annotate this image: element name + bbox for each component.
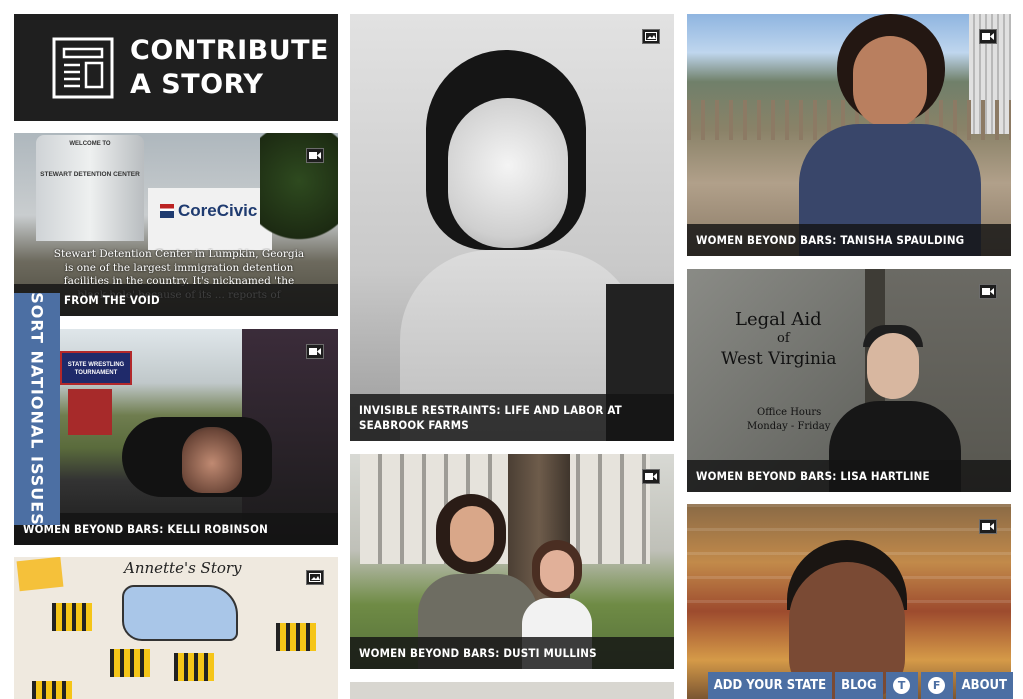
twitter-link[interactable]: t xyxy=(885,672,918,699)
tile-caption: WOMEN BEYOND BARS: TANISHA SPAULDING xyxy=(687,224,1011,256)
mirror-face xyxy=(182,427,242,493)
video-icon xyxy=(642,469,660,484)
contribute-label: CONTRIBUTE A STORY xyxy=(130,34,329,102)
door-text-line2: of xyxy=(777,331,790,346)
drawing-bars-5 xyxy=(32,681,72,699)
image-icon xyxy=(306,570,324,585)
portrait-face xyxy=(448,98,568,248)
contribute-line2: A STORY xyxy=(130,68,264,100)
tile-caption: WOMEN BEYOND BARS: LISA HARTLINE xyxy=(687,460,1011,492)
drawing-bars-3 xyxy=(174,653,214,681)
video-icon xyxy=(306,344,324,359)
contribute-story-button[interactable]: CONTRIBUTE A STORY xyxy=(14,14,338,121)
image-icon xyxy=(642,29,660,44)
door-text-line1: Legal Aid xyxy=(735,309,822,330)
tile-caption: WOMEN BEYOND BARS: KELLI ROBINSON xyxy=(14,513,338,545)
sort-national-issues-tab[interactable]: SORT NATIONAL ISSUES xyxy=(14,292,60,526)
sign-stewart: STEWART DETENTION CENTER xyxy=(40,171,140,178)
story-tile-partial[interactable] xyxy=(350,682,674,699)
corecivic-logo xyxy=(160,204,174,218)
person-face xyxy=(853,36,927,128)
woman-face xyxy=(450,506,494,562)
tile-caption: WOMEN BEYOND BARS: DUSTI MULLINS xyxy=(350,637,674,669)
facebook-link[interactable]: f xyxy=(920,672,953,699)
door-hours: Office Hours xyxy=(757,407,822,418)
corecivic-sign: CoreCivic xyxy=(148,188,272,250)
story-tile-seabrook-farms[interactable]: INVISIBLE RESTRAINTS: LIFE AND LABOR AT … xyxy=(350,14,674,441)
facebook-icon: f xyxy=(928,677,946,694)
school-sign-text: STATE WRESTLING TOURNAMENT xyxy=(67,362,125,376)
door-text-line3: West Virginia xyxy=(721,349,837,369)
school-sign: STATE WRESTLING TOURNAMENT xyxy=(60,351,132,385)
story-tile-market[interactable] xyxy=(687,504,1011,699)
annette-title: Annette's Story xyxy=(124,559,242,577)
person-face xyxy=(867,333,919,399)
car-mirror xyxy=(122,417,272,497)
drawing-note xyxy=(16,557,64,592)
contribute-line1: CONTRIBUTE xyxy=(130,34,329,66)
video-icon xyxy=(979,29,997,44)
video-icon xyxy=(306,148,324,163)
twitter-icon: t xyxy=(893,677,911,694)
add-your-state-link[interactable]: ADD YOUR STATE xyxy=(707,672,833,699)
video-icon xyxy=(979,519,997,534)
sort-tab-label: SORT NATIONAL ISSUES xyxy=(27,292,47,526)
tile-caption: FROM THE VOID xyxy=(14,284,338,316)
drawing-bars-1 xyxy=(52,603,92,631)
video-icon xyxy=(979,284,997,299)
about-link[interactable]: ABOUT xyxy=(955,672,1013,699)
newspaper-icon xyxy=(52,37,114,98)
story-tile-lisa-hartline[interactable]: Legal Aid of West Virginia Office Hours … xyxy=(687,269,1011,492)
sign-base xyxy=(68,389,112,435)
story-tile-annettes-story[interactable]: Annette's Story xyxy=(14,557,338,699)
girl-face xyxy=(540,550,574,592)
story-tile-kelli-robinson[interactable]: STATE WRESTLING TOURNAMENT WOMEN BEYOND … xyxy=(14,329,338,545)
corecivic-text: CoreCivic xyxy=(178,201,258,220)
door-days: Monday - Friday xyxy=(747,421,831,432)
tile-caption: INVISIBLE RESTRAINTS: LIFE AND LABOR AT … xyxy=(350,394,674,441)
drawing-map xyxy=(122,585,238,641)
water-tower: WELCOME TO STEWART DETENTION CENTER xyxy=(36,135,144,241)
sign-welcome: WELCOME TO xyxy=(69,141,111,147)
story-tile-from-the-void[interactable]: WELCOME TO STEWART DETENTION CENTER Core… xyxy=(14,133,338,316)
drawing-bars-2 xyxy=(110,649,150,677)
blog-link[interactable]: BLOG xyxy=(835,672,883,699)
bottom-nav: ADD YOUR STATE BLOG t f ABOUT xyxy=(707,672,1013,699)
trees xyxy=(260,133,338,253)
story-tile-tanisha-spaulding[interactable]: WOMEN BEYOND BARS: TANISHA SPAULDING xyxy=(687,14,1011,256)
story-tile-dusti-mullins[interactable]: WOMEN BEYOND BARS: DUSTI MULLINS xyxy=(350,454,674,669)
drawing-bars-4 xyxy=(276,623,316,651)
